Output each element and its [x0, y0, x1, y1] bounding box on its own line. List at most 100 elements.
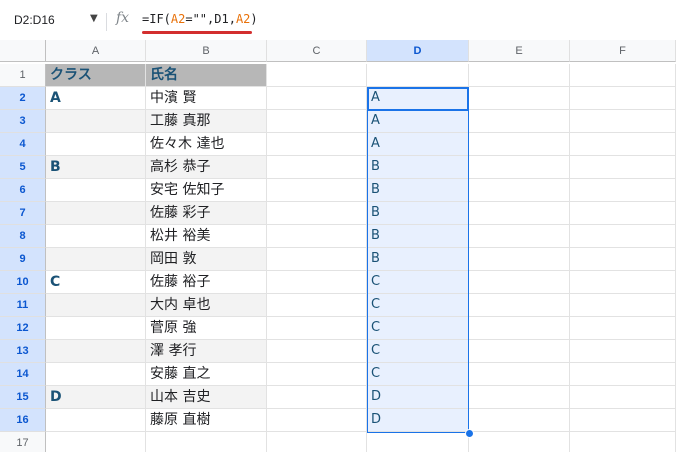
cell-b14[interactable]: 安藤 直之	[146, 363, 267, 386]
cell-c8[interactable]	[267, 225, 367, 248]
cell-f6[interactable]	[570, 179, 676, 202]
cell-a17[interactable]	[46, 432, 146, 452]
cell-b8[interactable]: 松井 裕美	[146, 225, 267, 248]
cell-d6[interactable]: B	[367, 179, 469, 202]
row-header-17[interactable]: 17	[0, 432, 46, 452]
fill-handle[interactable]	[465, 429, 474, 438]
column-header-b[interactable]: B	[146, 40, 267, 62]
cell-a11[interactable]	[46, 294, 146, 317]
cell-e12[interactable]	[469, 317, 570, 340]
cell-d16[interactable]: D	[367, 409, 469, 432]
cell-e6[interactable]	[469, 179, 570, 202]
column-header-c[interactable]: C	[267, 40, 367, 62]
row-header-5[interactable]: 5	[0, 156, 46, 179]
cell-f7[interactable]	[570, 202, 676, 225]
cell-a6[interactable]	[46, 179, 146, 202]
cell-b10[interactable]: 佐藤 裕子	[146, 271, 267, 294]
cell-f15[interactable]	[570, 386, 676, 409]
cell-b15[interactable]: 山本 吉史	[146, 386, 267, 409]
cell-b9[interactable]: 岡田 敦	[146, 248, 267, 271]
cell-b7[interactable]: 佐藤 彩子	[146, 202, 267, 225]
dropdown-arrow-icon[interactable]: ▼	[90, 13, 98, 24]
cell-e14[interactable]	[469, 363, 570, 386]
cell-b5[interactable]: 高杉 恭子	[146, 156, 267, 179]
cell-f9[interactable]	[570, 248, 676, 271]
row-header-4[interactable]: 4	[0, 133, 46, 156]
cell-e11[interactable]	[469, 294, 570, 317]
row-header-12[interactable]: 12	[0, 317, 46, 340]
cell-b12[interactable]: 菅原 強	[146, 317, 267, 340]
cell-f2[interactable]	[570, 87, 676, 110]
cell-b4[interactable]: 佐々木 達也	[146, 133, 267, 156]
cell-b6[interactable]: 安宅 佐知子	[146, 179, 267, 202]
cell-d11[interactable]: C	[367, 294, 469, 317]
cell-d4[interactable]: A	[367, 133, 469, 156]
formula-input[interactable]: =IF(A2="",D1,A2)	[142, 12, 258, 26]
cell-a4[interactable]	[46, 133, 146, 156]
cell-d17[interactable]	[367, 432, 469, 452]
row-header-13[interactable]: 13	[0, 340, 46, 363]
cell-e4[interactable]	[469, 133, 570, 156]
column-header-a[interactable]: A	[46, 40, 146, 62]
cell-c17[interactable]	[267, 432, 367, 452]
cell-d1[interactable]	[367, 64, 469, 87]
cell-e7[interactable]	[469, 202, 570, 225]
cell-d15[interactable]: D	[367, 386, 469, 409]
row-header-16[interactable]: 16	[0, 409, 46, 432]
cell-f11[interactable]	[570, 294, 676, 317]
cell-a9[interactable]	[46, 248, 146, 271]
cell-c1[interactable]	[267, 64, 367, 87]
cell-d7[interactable]: B	[367, 202, 469, 225]
cell-c4[interactable]	[267, 133, 367, 156]
cell-f14[interactable]	[570, 363, 676, 386]
cell-d13[interactable]: C	[367, 340, 469, 363]
row-header-10[interactable]: 10	[0, 271, 46, 294]
cell-b11[interactable]: 大内 卓也	[146, 294, 267, 317]
name-box[interactable]: D2:D16 ▼	[6, 10, 102, 32]
cell-f1[interactable]	[570, 64, 676, 87]
row-header-2[interactable]: 2	[0, 87, 46, 110]
column-header-f[interactable]: F	[570, 40, 676, 62]
cell-a8[interactable]	[46, 225, 146, 248]
cell-a14[interactable]	[46, 363, 146, 386]
row-header-11[interactable]: 11	[0, 294, 46, 317]
row-header-14[interactable]: 14	[0, 363, 46, 386]
cell-c13[interactable]	[267, 340, 367, 363]
cell-e3[interactable]	[469, 110, 570, 133]
row-header-3[interactable]: 3	[0, 110, 46, 133]
cell-c7[interactable]	[267, 202, 367, 225]
cell-f8[interactable]	[570, 225, 676, 248]
cell-e15[interactable]	[469, 386, 570, 409]
cell-e16[interactable]	[469, 409, 570, 432]
cell-d2[interactable]: A	[367, 87, 469, 110]
cell-d3[interactable]: A	[367, 110, 469, 133]
cell-b1[interactable]: 氏名	[146, 64, 267, 87]
cell-c15[interactable]	[267, 386, 367, 409]
cell-f10[interactable]	[570, 271, 676, 294]
cell-d5[interactable]: B	[367, 156, 469, 179]
row-header-15[interactable]: 15	[0, 386, 46, 409]
cell-a10[interactable]: C	[46, 271, 146, 294]
cell-b3[interactable]: 工藤 真那	[146, 110, 267, 133]
cell-a1[interactable]: クラス	[46, 64, 146, 87]
cell-b16[interactable]: 藤原 直樹	[146, 409, 267, 432]
cell-a5[interactable]: B	[46, 156, 146, 179]
row-header-7[interactable]: 7	[0, 202, 46, 225]
cell-f3[interactable]	[570, 110, 676, 133]
cell-e13[interactable]	[469, 340, 570, 363]
cell-d9[interactable]: B	[367, 248, 469, 271]
cell-d14[interactable]: C	[367, 363, 469, 386]
cell-e9[interactable]	[469, 248, 570, 271]
row-header-8[interactable]: 8	[0, 225, 46, 248]
cell-c5[interactable]	[267, 156, 367, 179]
cell-d10[interactable]: C	[367, 271, 469, 294]
cell-c12[interactable]	[267, 317, 367, 340]
row-header-1[interactable]: 1	[0, 64, 46, 87]
cell-a13[interactable]	[46, 340, 146, 363]
cell-b2[interactable]: 中濱 賢	[146, 87, 267, 110]
cell-c9[interactable]	[267, 248, 367, 271]
cell-c16[interactable]	[267, 409, 367, 432]
cell-e2[interactable]	[469, 87, 570, 110]
column-header-d[interactable]: D	[367, 40, 469, 62]
cell-a12[interactable]	[46, 317, 146, 340]
